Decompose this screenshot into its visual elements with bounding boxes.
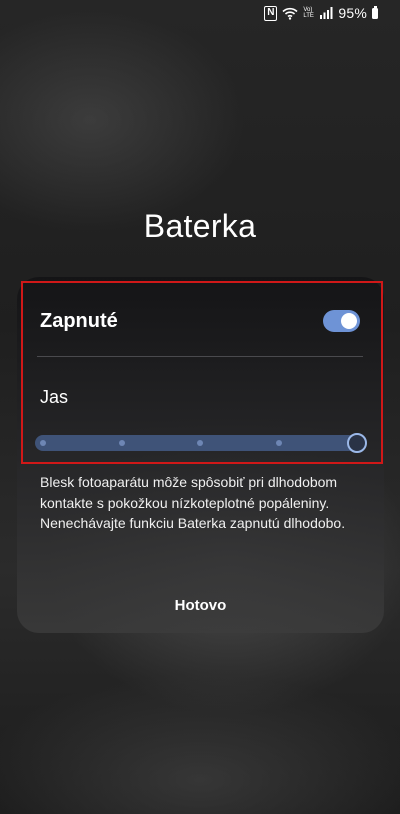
signal-icon — [320, 7, 333, 19]
nfc-icon: N — [264, 5, 278, 21]
battery-percentage: 95% — [338, 5, 367, 21]
warning-text: Blesk fotoaparátu môže spôsobiť pri dlho… — [40, 474, 346, 531]
page-title: Baterka — [143, 208, 257, 244]
highlight-box — [21, 281, 383, 464]
status-bar: N Vo) LTE 95% — [0, 0, 400, 26]
battery-icon — [372, 5, 378, 19]
volte-icon: Vo) LTE — [303, 7, 314, 19]
done-button[interactable]: Hotovo — [17, 584, 384, 626]
wifi-icon — [282, 7, 298, 20]
